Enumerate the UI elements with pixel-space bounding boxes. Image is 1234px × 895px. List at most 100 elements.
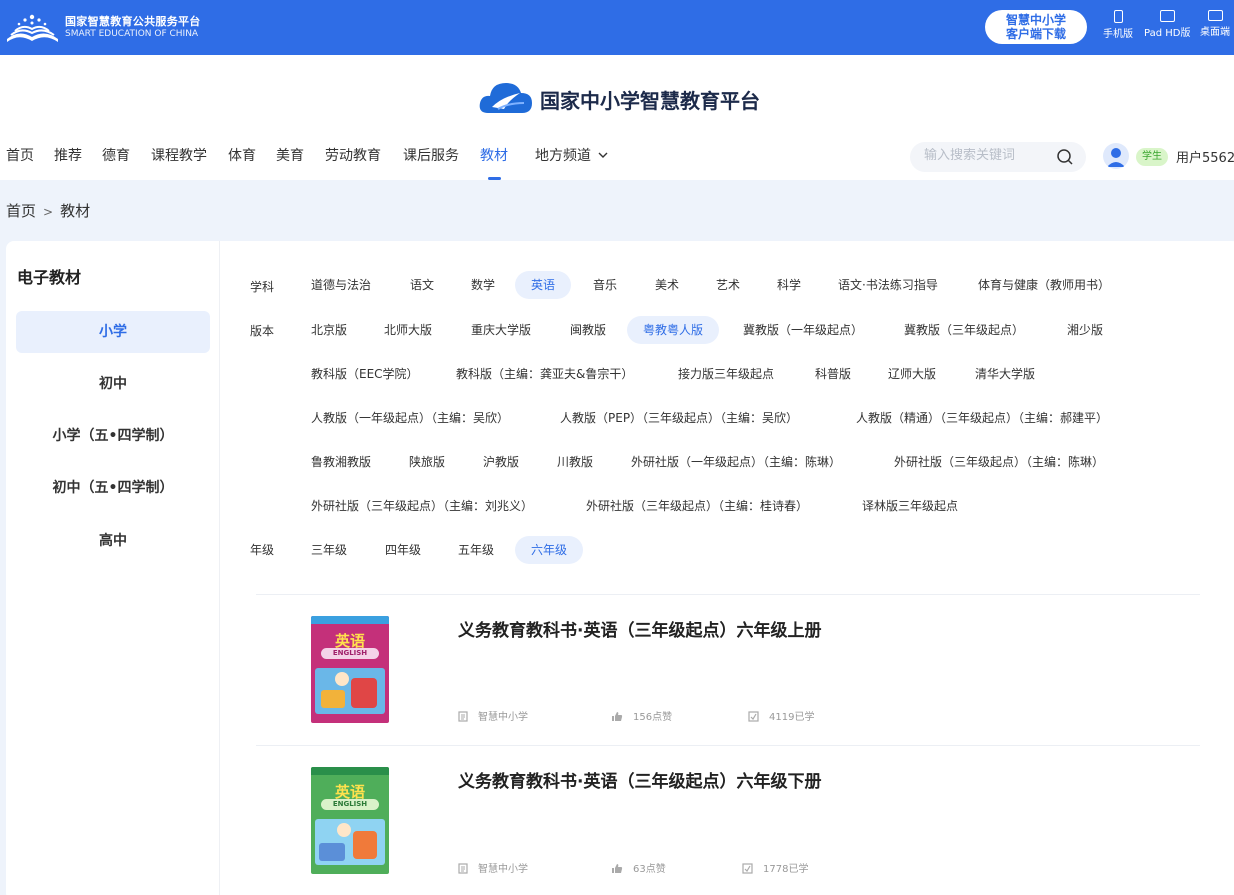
edition-chip[interactable]: 教科版（主编：龚亚夫&鲁宗干） <box>456 360 633 388</box>
edition-chip[interactable]: 北师大版 <box>384 316 432 344</box>
learners-text: 1778已学 <box>763 864 809 875</box>
subject-chip[interactable]: 数学 <box>471 271 495 299</box>
user-icon <box>1107 148 1125 167</box>
edition-chip[interactable]: 教科版（EEC学院） <box>311 360 419 388</box>
sidebar-item-junior-54[interactable]: 初中（五•四学制） <box>16 467 210 509</box>
sidebar-item-primary[interactable]: 小学 <box>16 311 210 353</box>
content-card: 电子教材 小学 初中 小学（五•四学制） 初中（五•四学制） 高中 学科 道德与… <box>6 241 1234 895</box>
book-learners: 1778已学 <box>742 860 808 875</box>
sidebar-item-primary-54[interactable]: 小学（五•四学制） <box>16 415 210 457</box>
document-icon <box>458 863 468 874</box>
cover-strip <box>311 616 389 624</box>
cover-strip <box>311 767 389 775</box>
edition-chip[interactable]: 闽教版 <box>570 316 606 344</box>
edition-chip[interactable]: 北京版 <box>311 316 347 344</box>
edition-chip[interactable]: 人教版（精通）（三年级起点）（主编：郝建平） <box>856 404 1108 432</box>
edition-chip[interactable]: 沪教版 <box>483 448 519 476</box>
nav-active-indicator <box>488 177 501 180</box>
grade-chip-selected[interactable]: 六年级 <box>515 536 584 564</box>
edition-chip[interactable]: 科普版 <box>815 360 851 388</box>
breadcrumb-home[interactable]: 首页 <box>6 202 36 220</box>
grade-chip[interactable]: 三年级 <box>311 536 347 564</box>
subject-chip-selected[interactable]: 英语 <box>515 271 572 299</box>
edition-chip[interactable]: 外研社版（三年级起点）（主编：陈琳） <box>894 448 1104 476</box>
search-input[interactable] <box>924 148 1054 163</box>
grade-label: 年级 <box>250 543 275 557</box>
nav-item-home[interactable]: 首页 <box>6 145 34 165</box>
edition-chip[interactable]: 冀教版（一年级起点） <box>743 316 863 344</box>
study-record-icon <box>742 863 753 874</box>
edition-chip[interactable]: 川教版 <box>557 448 593 476</box>
search-icon[interactable] <box>1056 148 1074 166</box>
edition-chip-selected[interactable]: 粤教粤人版 <box>627 316 720 344</box>
subject-chip[interactable]: 体育与健康（教师用书） <box>978 271 1110 299</box>
subject-chip[interactable]: 语文·书法练习指导 <box>838 271 938 299</box>
book-publisher: 智慧中小学 <box>458 708 528 723</box>
avatar[interactable] <box>1103 143 1129 169</box>
edition-chip[interactable]: 人教版（一年级起点）（主编：吴欣） <box>311 404 509 432</box>
chevron-down-icon <box>598 152 608 158</box>
top-bar: 国家智慧教育公共服务平台 SMART EDUCATION OF CHINA 智慧… <box>0 0 1234 55</box>
desktop-version-link[interactable]: 桌面端 <box>1200 10 1230 38</box>
nav-item-local[interactable]: 地方频道 <box>535 145 608 165</box>
likes-text: 63点赞 <box>633 864 666 875</box>
subject-chip[interactable]: 音乐 <box>593 271 617 299</box>
mobile-version-label: 手机版 <box>1103 29 1133 40</box>
edition-chip[interactable]: 外研社版（三年级起点）（主编：刘兆义） <box>311 492 533 520</box>
user-name[interactable]: 用户5562 <box>1176 147 1234 166</box>
grade-chip[interactable]: 五年级 <box>458 536 494 564</box>
edition-chip[interactable]: 陕旅版 <box>409 448 445 476</box>
publisher-text: 智慧中小学 <box>478 864 528 875</box>
book-likes: 156点赞 <box>611 708 672 723</box>
edition-chip[interactable]: 外研社版（一年级起点）（主编：陈琳） <box>631 448 841 476</box>
sidebar: 电子教材 小学 初中 小学（五•四学制） 初中（五•四学制） 高中 <box>6 241 220 895</box>
edition-chip[interactable]: 重庆大学版 <box>471 316 531 344</box>
edition-chip[interactable]: 接力版三年级起点 <box>678 360 774 388</box>
edition-chip[interactable]: 辽师大版 <box>888 360 936 388</box>
pad-version-link[interactable]: Pad HD版 <box>1144 10 1190 39</box>
nav-item-arts[interactable]: 美育 <box>276 145 304 165</box>
book-cover[interactable]: 英语 ENGLISH <box>311 616 389 723</box>
subject-chip[interactable]: 艺术 <box>716 271 740 299</box>
book-title[interactable]: 义务教育教科书·英语（三年级起点）六年级下册 <box>458 767 821 792</box>
nav-item-courses[interactable]: 课程教学 <box>151 145 207 165</box>
nav-item-labor[interactable]: 劳动教育 <box>325 145 381 165</box>
client-download-button[interactable]: 智慧中小学 客户端下载 <box>985 10 1087 44</box>
nav-item-recommend[interactable]: 推荐 <box>54 145 82 165</box>
list-divider <box>256 594 1200 595</box>
subject-chip[interactable]: 科学 <box>777 271 801 299</box>
breadcrumb: 首页 > 教材 <box>6 200 90 221</box>
book-cover[interactable]: 英语 ENGLISH <box>311 767 389 874</box>
mobile-version-link[interactable]: 手机版 <box>1103 10 1133 40</box>
likes-text: 156点赞 <box>633 712 673 723</box>
sidebar-item-junior[interactable]: 初中 <box>16 363 210 405</box>
platform-logo-icon[interactable] <box>5 11 60 43</box>
download-line-1: 智慧中小学 <box>1005 13 1066 27</box>
edition-chip[interactable]: 湘少版 <box>1067 316 1103 344</box>
nav-item-textbooks[interactable]: 教材 <box>480 145 508 165</box>
edition-chip[interactable]: 译林版三年级起点 <box>862 492 958 520</box>
subject-chip[interactable]: 美术 <box>655 271 679 299</box>
book-title[interactable]: 义务教育教科书·英语（三年级起点）六年级上册 <box>458 616 821 641</box>
breadcrumb-separator: > <box>43 205 54 219</box>
edition-chip[interactable]: 冀教版（三年级起点） <box>904 316 1024 344</box>
edition-chip[interactable]: 外研社版（三年级起点）（主编：桂诗春） <box>586 492 808 520</box>
subject-chip[interactable]: 语文 <box>410 271 434 299</box>
nav-item-sports[interactable]: 体育 <box>228 145 256 165</box>
edition-chip[interactable]: 清华大学版 <box>975 360 1035 388</box>
edition-chip[interactable]: 人教版（PEP）（三年级起点）（主编：吴欣） <box>560 404 798 432</box>
nav-item-moral[interactable]: 德育 <box>102 145 130 165</box>
platform-logo-text[interactable]: 国家智慧教育公共服务平台 SMART EDUCATION OF CHINA <box>65 15 201 40</box>
subject-chip[interactable]: 道德与法治 <box>311 271 371 299</box>
edition-chip[interactable]: 鲁教湘教版 <box>311 448 371 476</box>
header: 国家中小学智慧教育平台 首页 推荐 德育 课程教学 体育 美育 劳动教育 课后服… <box>0 55 1234 180</box>
sidebar-item-senior[interactable]: 高中 <box>16 520 210 562</box>
nav-local-label: 地方频道 <box>535 148 591 164</box>
nav-item-after-school[interactable]: 课后服务 <box>403 145 459 165</box>
book-publisher: 智慧中小学 <box>458 860 528 875</box>
download-line-2: 客户端下载 <box>1005 27 1066 41</box>
subject-label: 学科 <box>250 280 275 294</box>
grade-chip[interactable]: 四年级 <box>385 536 421 564</box>
sidebar-title: 电子教材 <box>17 268 82 287</box>
thumbs-up-icon <box>612 712 623 721</box>
